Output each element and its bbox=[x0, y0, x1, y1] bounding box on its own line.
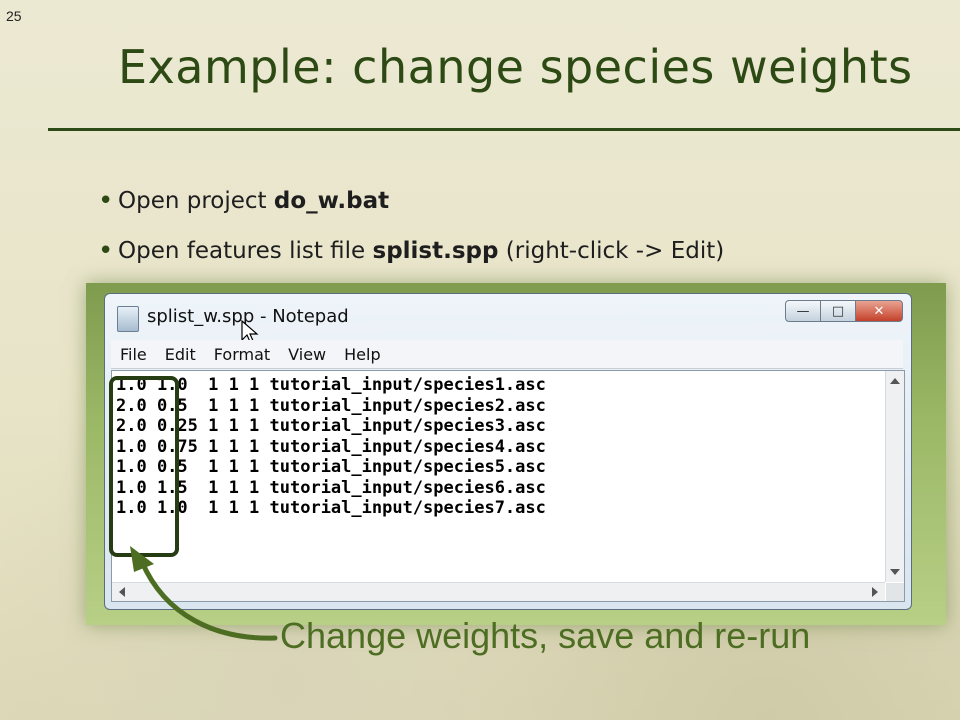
bullet-bold-filename: do_w.bat bbox=[273, 188, 390, 214]
text-line: 1.0 1.5 1 1 1 tutorial_input/species6.as… bbox=[116, 477, 546, 498]
text-line: 1.0 0.5 1 1 1 tutorial_input/species5.as… bbox=[116, 457, 546, 477]
text-line: 1.0 1.0 1 1 1 tutorial_input/species7.as… bbox=[116, 498, 546, 518]
menu-view[interactable]: View bbox=[279, 345, 335, 364]
bullet-dot-icon: • bbox=[98, 186, 114, 216]
editor-content[interactable]: 1.0 1.0 1 1 1 tutorial_input/species1.as… bbox=[116, 375, 882, 565]
scroll-down-icon[interactable] bbox=[890, 569, 900, 575]
text-line: 1.0 0.75 1 1 1 tutorial_input/species4.a… bbox=[116, 436, 546, 457]
weights-column-highlight bbox=[109, 376, 179, 557]
scroll-right-icon[interactable] bbox=[872, 587, 878, 597]
bullet-item-open-project: • Open project do_w.bat bbox=[98, 176, 724, 226]
scroll-up-icon[interactable] bbox=[890, 378, 900, 384]
slide-number: 25 bbox=[6, 8, 22, 24]
text-line: 1.0 1.0 1 1 1 tutorial_input/species1.as… bbox=[116, 375, 546, 395]
menu-format[interactable]: Format bbox=[205, 345, 279, 364]
menu-bar: File Edit Format View Help bbox=[111, 340, 903, 369]
minimize-button[interactable]: — bbox=[785, 300, 821, 322]
slide-title: Example: change species weights bbox=[118, 40, 913, 94]
notepad-icon bbox=[117, 306, 139, 332]
window-controls: — □ ✕ bbox=[785, 300, 903, 322]
bullet-item-open-features: • Open features list file splist.spp (ri… bbox=[98, 226, 725, 276]
menu-help[interactable]: Help bbox=[335, 345, 389, 364]
bullet-dot-icon: • bbox=[98, 236, 114, 266]
scrollbar-corner bbox=[886, 583, 904, 601]
title-bar[interactable]: splist_w.spp - Notepad — □ ✕ bbox=[105, 294, 911, 345]
vertical-scrollbar[interactable] bbox=[885, 371, 904, 582]
text-line: 2.0 0.25 1 1 1 tutorial_input/species3.a… bbox=[116, 416, 546, 436]
bullet-bold-filename: splist.spp bbox=[372, 238, 499, 264]
menu-edit[interactable]: Edit bbox=[156, 345, 205, 364]
callout-text: Change weights, save and re-run bbox=[280, 615, 811, 656]
curved-arrow-icon bbox=[130, 546, 278, 641]
menu-file[interactable]: File bbox=[111, 345, 156, 364]
text-line: 2.0 0.5 1 1 1 tutorial_input/species2.as… bbox=[116, 395, 546, 416]
maximize-button[interactable]: □ bbox=[820, 300, 856, 322]
bullet-text: Open features list file bbox=[118, 238, 373, 264]
bullet-text: Open project bbox=[118, 188, 274, 214]
bullet-list: • Open project do_w.bat • Open features … bbox=[98, 176, 725, 276]
close-button[interactable]: ✕ bbox=[855, 300, 903, 322]
title-divider bbox=[48, 128, 960, 131]
bullet-after-text: (right-click -> Edit) bbox=[498, 238, 725, 264]
